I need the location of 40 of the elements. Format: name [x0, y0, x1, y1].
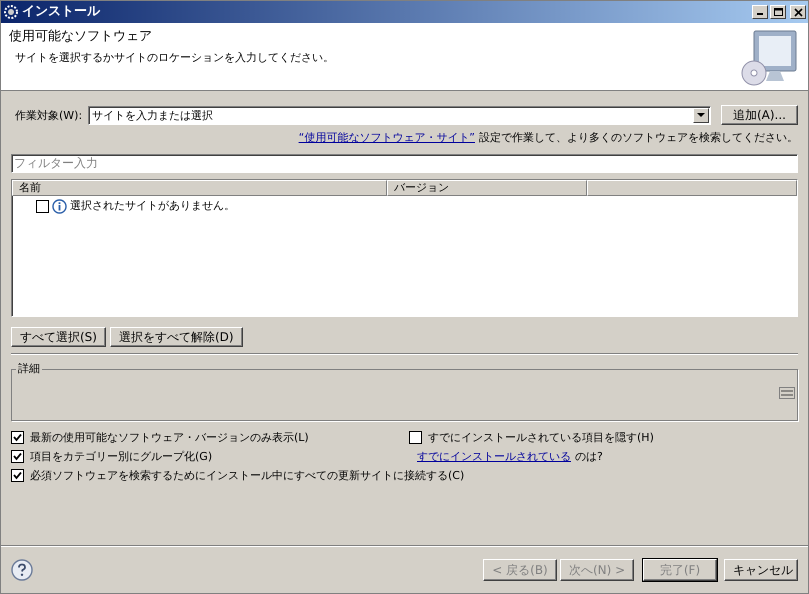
minimize-button[interactable] — [752, 5, 768, 19]
checkbox[interactable] — [11, 431, 24, 444]
dropdown-button[interactable] — [693, 108, 709, 123]
option-label: 必須ソフトウェアを検索するためにインストール中にすべての更新サイトに接続する(C) — [30, 469, 464, 483]
column-header[interactable]: バージョン — [387, 180, 587, 196]
software-sites-link[interactable]: “使用可能なソフトウェア・サイト” — [298, 131, 475, 145]
minimize-icon — [757, 13, 763, 15]
maximize-icon — [772, 6, 784, 18]
footer-button[interactable]: キャンセル — [724, 559, 798, 581]
hint-text: 設定で作業して、より多くのソフトウェアを検索してください。 — [479, 131, 798, 145]
option-label: すでにインストールされている項目を隠す(H) — [428, 430, 654, 444]
close-button[interactable] — [790, 5, 806, 19]
header-description: サイトを選択するかサイトのロケーションを入力してください。 — [14, 50, 334, 64]
checkbox[interactable] — [11, 469, 24, 482]
checkbox[interactable] — [36, 200, 49, 213]
info-icon — [52, 198, 67, 214]
combo-value: サイトを入力または選択 — [92, 108, 214, 122]
header-title: 使用可能なソフトウェア — [9, 29, 153, 45]
option-label: 最新の使用可能なソフトウェア・バージョンのみ表示(L) — [30, 430, 309, 444]
tree-row-label[interactable]: 選択されたサイトがありません。 — [70, 199, 235, 213]
splitter-handle[interactable] — [779, 386, 795, 399]
details-title: 詳細 — [16, 362, 42, 376]
installed-link[interactable]: すでにインストールされている — [417, 450, 571, 464]
work-target-label: 作業対象(W): — [15, 108, 82, 122]
caret-icon — [697, 112, 705, 118]
checkbox[interactable] — [409, 431, 422, 444]
site-combo[interactable]: サイトを入力または選択 — [88, 106, 711, 125]
filter-field[interactable]: フィルター入力 — [11, 154, 798, 173]
maximize-button[interactable] — [770, 5, 786, 19]
select-all-button[interactable]: すべて選択(S) — [11, 326, 106, 347]
close-icon — [792, 6, 804, 18]
installed-hint-text: のは? — [575, 450, 603, 464]
gear-icon — [3, 4, 19, 20]
add-button[interactable]: 追加(A)... — [721, 105, 798, 126]
column-header[interactable]: 名前 — [12, 180, 387, 196]
window-title: インストール — [22, 4, 100, 20]
help-icon[interactable] — [11, 559, 33, 581]
checkbox[interactable] — [11, 450, 24, 464]
deselect-all-button[interactable]: 選択をすべて解除(D) — [110, 326, 243, 347]
option-label: 項目をカテゴリー別にグループ化(G) — [30, 450, 212, 464]
